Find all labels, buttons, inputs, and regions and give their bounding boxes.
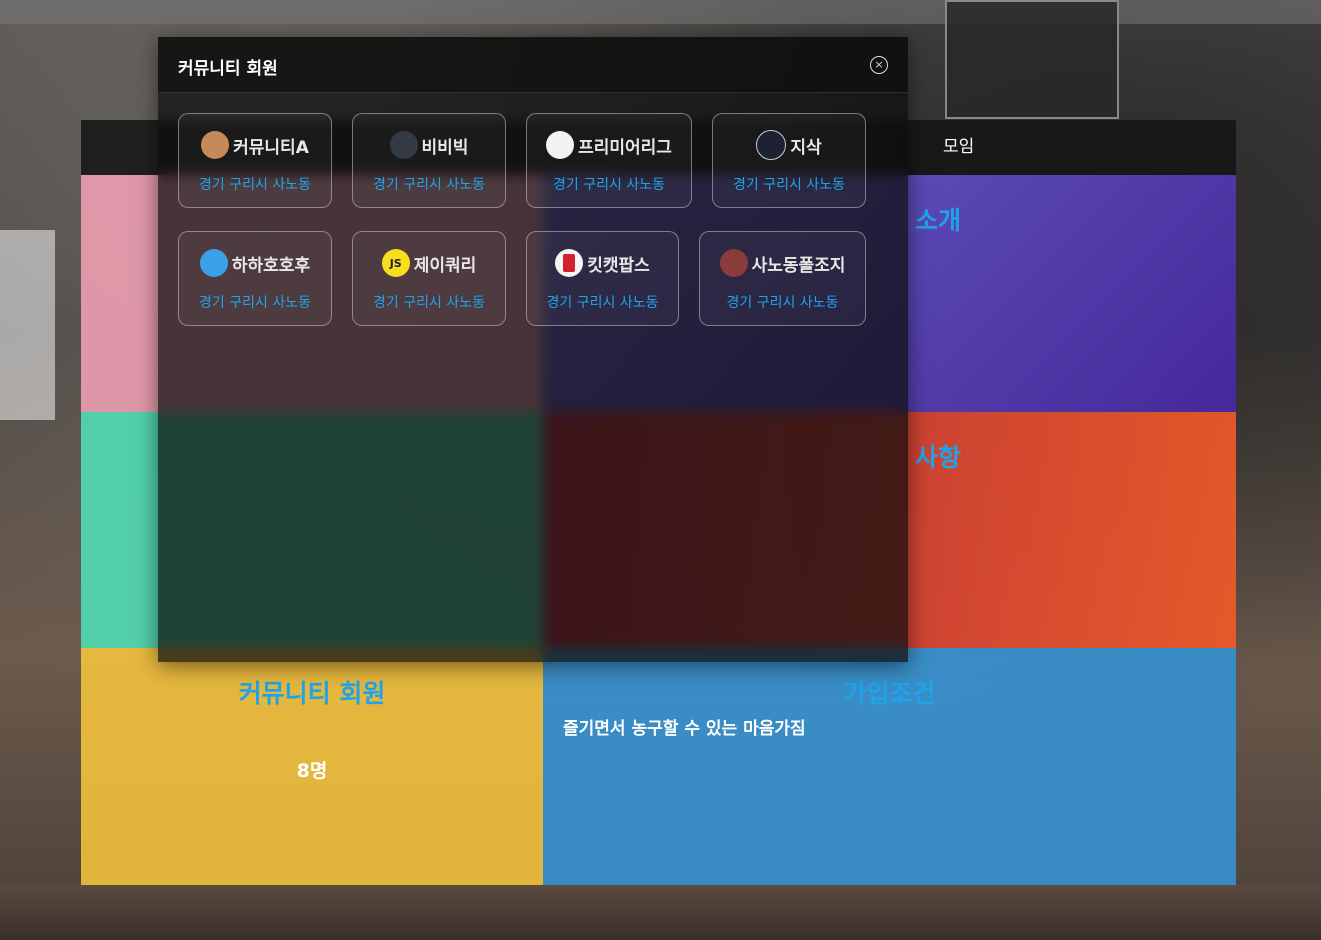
member-name: 프리미어리그 — [578, 137, 672, 158]
member-location: 경기 구리시 사노동 — [726, 295, 839, 311]
member-name: 사노동폴조지 — [751, 255, 846, 276]
doraemon-icon — [199, 249, 228, 277]
section-join-condition: 가입조건 즐기면서 농구할 수 있는 마음가짐 — [543, 648, 1236, 885]
member-name: 하하호호후 — [231, 255, 311, 276]
person-photo-icon — [201, 131, 230, 159]
members-count: 8명 — [296, 760, 328, 782]
member-card[interactable]: 지삭 경기 구리시 사노동 — [712, 113, 866, 208]
join-condition-text: 즐기면서 농구할 수 있는 마음가짐 — [563, 719, 806, 739]
court-floor-background — [0, 885, 1321, 940]
member-card[interactable]: 커뮤니티A 경기 구리시 사노동 — [178, 113, 332, 208]
member-location: 경기 구리시 사노동 — [553, 177, 665, 193]
member-name: 킷캣팝스 — [587, 255, 650, 276]
tab-meeting[interactable]: 모임 — [943, 120, 974, 175]
members-title: 커뮤니티 회원 — [238, 679, 386, 708]
person-photo-icon — [719, 249, 748, 277]
backboard-background — [0, 230, 55, 420]
member-name: 비비빅 — [421, 137, 469, 158]
member-card[interactable]: 프리미어리그 경기 구리시 사노동 — [526, 113, 692, 208]
top-bar — [0, 0, 1321, 24]
section-members: 커뮤니티 회원 8명 — [81, 648, 543, 885]
member-location: 경기 구리시 사노동 — [199, 177, 311, 193]
member-location: 경기 구리시 사노동 — [733, 177, 845, 193]
member-name: 제이쿼리 — [413, 255, 477, 276]
member-location: 경기 구리시 사노동 — [199, 295, 311, 311]
close-icon[interactable]: × — [870, 56, 888, 74]
scoreboard-background — [945, 0, 1119, 119]
member-name: 지삭 — [790, 137, 822, 158]
member-card[interactable]: 하하호호후 경기 구리시 사노동 — [178, 231, 332, 326]
member-location: 경기 구리시 사노동 — [373, 295, 485, 311]
modal-header: 커뮤니티 회원 × — [158, 37, 908, 93]
watch-icon — [756, 130, 787, 160]
dark-photo-icon — [389, 131, 418, 159]
members-modal: 커뮤니티 회원 × 커뮤니티A 경기 구리시 사노동 비비빅 경기 구리시 사노… — [158, 37, 908, 662]
intro-title: 소개 — [915, 206, 962, 235]
member-name: 커뮤니티A — [233, 137, 309, 158]
lion-logo-icon — [546, 131, 575, 159]
modal-title: 커뮤니티 회원 — [178, 59, 278, 79]
member-card[interactable]: 사노동폴조지 경기 구리시 사노동 — [699, 231, 866, 326]
join-title: 가입조건 — [843, 679, 936, 708]
member-card[interactable]: 비비빅 경기 구리시 사노동 — [352, 113, 506, 208]
js-logo-icon: JS — [381, 249, 410, 277]
notice-title: 사항 — [915, 443, 962, 472]
member-card[interactable]: 킷캣팝스 경기 구리시 사노동 — [526, 231, 679, 326]
kitkat-icon — [555, 249, 584, 277]
member-location: 경기 구리시 사노동 — [546, 295, 659, 311]
member-card[interactable]: JS 제이쿼리 경기 구리시 사노동 — [352, 231, 506, 326]
member-location: 경기 구리시 사노동 — [373, 177, 485, 193]
